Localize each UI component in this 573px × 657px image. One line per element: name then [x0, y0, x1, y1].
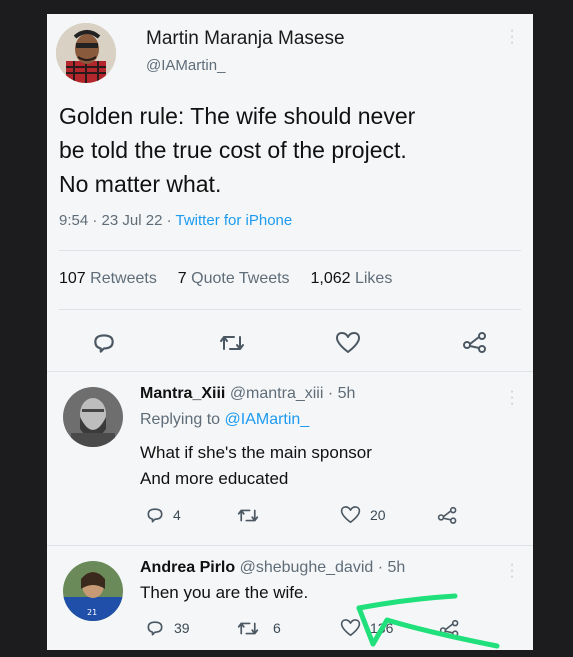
likes-stat[interactable]: 1,062 Likes	[310, 270, 392, 287]
quotes-stat[interactable]: 7 Quote Tweets	[178, 270, 290, 287]
tweet-text-line: No matter what.	[59, 171, 222, 197]
replying-prefix: Replying to	[140, 411, 221, 428]
reply-text-line: What if she's the main sponsor	[140, 443, 372, 462]
reply-text: What if she's the main sponsor And more …	[140, 440, 372, 492]
reply-text-line: And more educated	[140, 469, 289, 488]
reply-text-line: Then you are the wife.	[140, 583, 309, 602]
reply-header: Mantra_Xiii @mantra_xiii · 5h	[140, 385, 355, 403]
share-icon[interactable]	[437, 505, 458, 525]
like-icon[interactable]	[340, 505, 361, 525]
more-options-icon[interactable]: · · ·	[509, 23, 515, 51]
divider	[59, 309, 521, 310]
tweet-text: Golden rule: The wife should never be to…	[59, 99, 415, 201]
replying-to-handle[interactable]: @IAMartin_	[225, 411, 310, 428]
tweet-meta: 9:54 · 23 Jul 22 · Twitter for iPhone	[59, 212, 292, 229]
retweets-label: Retweets	[90, 270, 157, 287]
reply-display-name[interactable]: Andrea Pirlo	[140, 559, 235, 576]
likes-label: Likes	[354, 270, 393, 287]
replying-to: Replying to @IAMartin_	[140, 411, 309, 429]
more-options-icon[interactable]: · · ·	[509, 384, 515, 412]
reply-icon[interactable]	[145, 618, 165, 638]
author-handle[interactable]: @IAMartin_	[146, 57, 225, 74]
likes-count: 1,062	[310, 270, 351, 287]
reply-count: 4	[173, 507, 181, 523]
reply-handle[interactable]: @mantra_xiii	[230, 385, 324, 402]
retweet-icon[interactable]	[237, 506, 259, 525]
svg-text:21: 21	[87, 608, 97, 617]
share-icon[interactable]	[462, 330, 488, 354]
reply-display-name[interactable]: Mantra_Xiii	[140, 385, 225, 402]
reply-age[interactable]: 5h	[338, 385, 356, 402]
reply-icon[interactable]	[91, 330, 117, 356]
like-count: 20	[370, 507, 386, 523]
tweet-date[interactable]: 23 Jul 22	[102, 212, 163, 229]
tweet-text-line: be told the true cost of the project.	[59, 137, 407, 163]
retweets-count: 107	[59, 270, 86, 287]
author-avatar[interactable]	[56, 23, 116, 83]
reply-text: Then you are the wife.	[140, 580, 308, 606]
screenshot-frame: Martin Maranja Masese @IAMartin_ · · · Gol…	[47, 14, 533, 650]
divider	[47, 545, 533, 546]
meta-separator: ·	[327, 385, 334, 402]
like-icon[interactable]	[335, 331, 361, 355]
tweet-text-line: Golden rule: The wife should never	[59, 103, 416, 129]
meta-separator: ·	[92, 212, 102, 229]
reply-icon[interactable]	[145, 505, 165, 525]
meta-separator: ·	[166, 212, 176, 229]
green-arrow-annotation	[356, 593, 500, 649]
retweet-icon[interactable]	[237, 619, 259, 638]
quotes-label: Quote Tweets	[191, 270, 290, 287]
divider	[59, 250, 521, 251]
divider	[47, 371, 533, 372]
tweet-time[interactable]: 9:54	[59, 212, 88, 229]
tweet-stats: 107 Retweets 7 Quote Tweets 1,062 Likes	[59, 270, 392, 288]
reply-count: 39	[174, 620, 190, 636]
tweet-source[interactable]: Twitter for iPhone	[176, 212, 293, 229]
retweets-stat[interactable]: 107 Retweets	[59, 270, 157, 287]
quotes-count: 7	[177, 270, 187, 287]
author-display-name[interactable]: Martin Maranja Masese	[146, 28, 345, 50]
retweet-count: 6	[273, 620, 281, 636]
retweet-icon[interactable]	[219, 332, 245, 354]
reply-avatar[interactable]	[63, 387, 123, 447]
reply-avatar[interactable]: 21	[63, 561, 123, 621]
